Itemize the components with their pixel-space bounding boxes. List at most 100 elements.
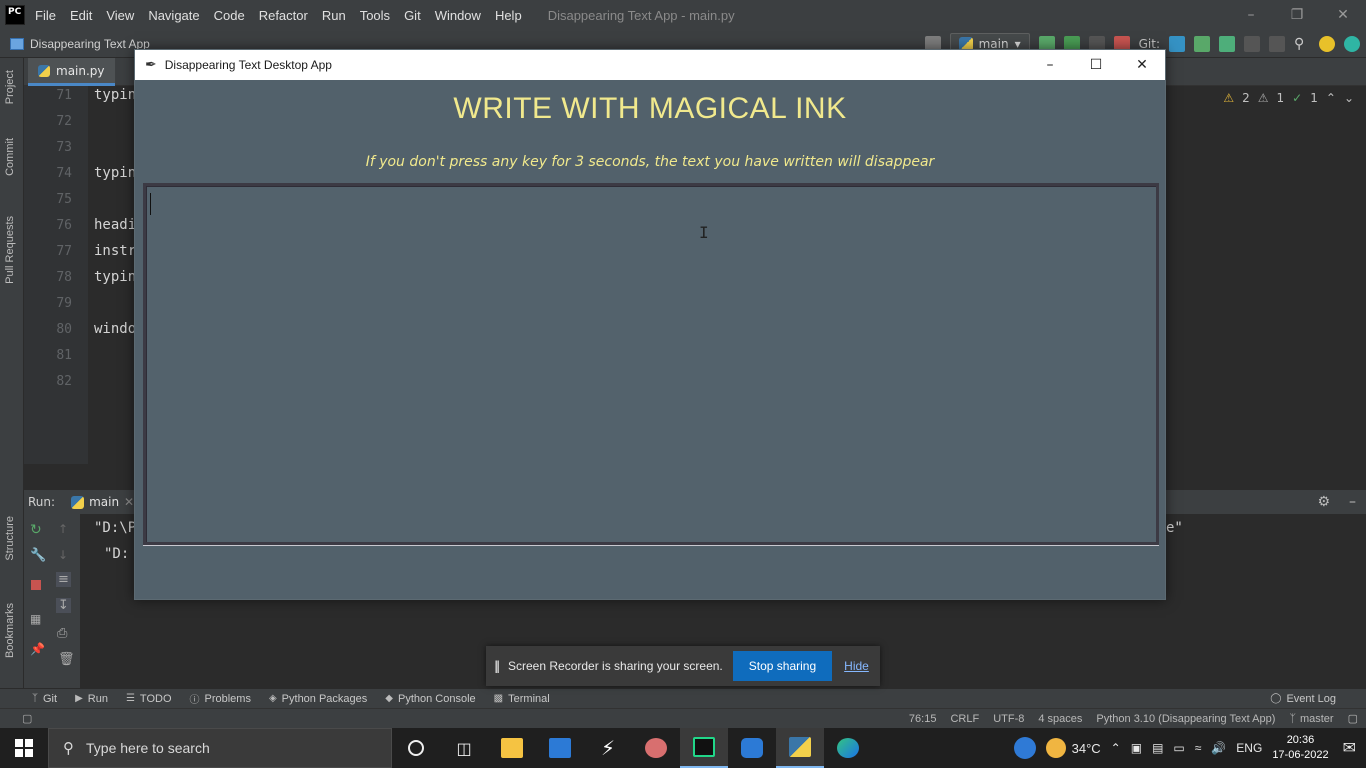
close-icon[interactable]: ✕ <box>124 495 134 509</box>
terminal-tool-button[interactable]: ▩ Terminal <box>494 693 550 705</box>
git-commit-icon[interactable] <box>1194 36 1210 52</box>
lock-icon[interactable]: ▢ <box>1348 712 1358 725</box>
menu-help[interactable]: Help <box>495 8 522 23</box>
app-title-bar[interactable]: ✒ Disappearing Text Desktop App – ☐ ✕ <box>135 50 1165 80</box>
device-icon[interactable]: ▤ <box>1152 741 1163 755</box>
minimize-icon[interactable]: – <box>1228 0 1274 30</box>
taskbar-search-input[interactable] <box>86 740 366 756</box>
line-number: 74 <box>56 166 72 181</box>
history-icon[interactable] <box>1244 36 1260 52</box>
chevron-up-icon[interactable]: ⌃ <box>1326 91 1336 105</box>
notification-icon[interactable]: ✉ <box>1343 738 1356 758</box>
task-view-button[interactable]: ◫ <box>440 728 488 768</box>
weather-temp[interactable]: 34°C <box>1072 741 1101 756</box>
python-console-tool-button[interactable]: ◆ Python Console <box>385 693 475 705</box>
inspection-widget[interactable]: ⚠ 2 ⚠ 1 ✓ 1 ⌃ ⌄ <box>1223 91 1354 105</box>
todo-tool-button[interactable]: ☰ TODO <box>126 693 172 705</box>
layout-icon[interactable]: ▦ <box>30 612 41 626</box>
structure-tool-tab[interactable]: Structure <box>4 516 16 561</box>
status-bar: ▢ 76:15 CRLF UTF-8 4 spaces Python 3.10 … <box>0 708 1366 728</box>
minimize-icon[interactable]: – <box>1027 50 1073 80</box>
print-icon[interactable]: ⎙ <box>57 626 67 641</box>
wifi-icon[interactable]: ≈ <box>1195 741 1202 755</box>
git-update-icon[interactable] <box>1169 36 1185 52</box>
stop-sharing-button[interactable]: Stop sharing <box>732 651 833 681</box>
maximize-icon[interactable]: ☐ <box>1073 50 1119 80</box>
gear-icon[interactable]: ⚙ <box>1317 494 1330 510</box>
pin-icon[interactable]: 📌 <box>30 642 45 656</box>
mail-button[interactable] <box>536 728 584 768</box>
typing-area[interactable] <box>143 183 1159 545</box>
chevron-up-icon[interactable]: ⌃ <box>1111 741 1121 755</box>
clock[interactable]: 20:36 17-06-2022 <box>1272 733 1328 763</box>
file-encoding[interactable]: UTF-8 <box>993 713 1024 725</box>
menu-window[interactable]: Window <box>435 8 481 23</box>
event-log-button[interactable]: ◯ Event Log <box>1270 693 1336 705</box>
hide-link[interactable]: Hide <box>844 659 869 673</box>
start-button[interactable] <box>0 728 48 768</box>
hide-panel-icon[interactable]: – <box>1349 494 1356 510</box>
run-tool-button[interactable]: ▶ Run <box>75 693 108 705</box>
taskbar-search[interactable]: ⚲ <box>48 728 392 768</box>
pause-icon[interactable]: ‖ <box>494 659 500 673</box>
ide-logo-icon[interactable] <box>1344 36 1360 52</box>
problems-tool-button[interactable]: ⓘ Problems <box>190 691 251 707</box>
menu-git[interactable]: Git <box>404 8 421 23</box>
wrench-icon[interactable]: 🔧 <box>30 548 46 563</box>
git-push-icon[interactable] <box>1219 36 1235 52</box>
help-icon[interactable] <box>1013 737 1036 759</box>
pycharm-taskbar-button[interactable] <box>680 728 728 768</box>
menu-refactor[interactable]: Refactor <box>259 8 308 23</box>
menu-navigate[interactable]: Navigate <box>148 8 199 23</box>
python-packages-tool-button[interactable]: ◈ Python Packages <box>269 693 367 705</box>
python-interpreter[interactable]: Python 3.10 (Disappearing Text App) <box>1096 713 1275 725</box>
caret-position[interactable]: 76:15 <box>909 713 937 725</box>
line-separator[interactable]: CRLF <box>950 713 979 725</box>
close-icon[interactable]: ✕ <box>1320 0 1366 30</box>
arrow-down-icon[interactable]: ↓ <box>58 548 68 562</box>
cortana-button[interactable] <box>392 728 440 768</box>
windows-taskbar: ⚲ ◫ ⚡ 34°C ⌃ ▣ ▤ ▭ ≈ 🔊 ENG 20:36 17-06-2… <box>0 728 1366 768</box>
project-breadcrumb[interactable]: Disappearing Text App <box>30 37 150 51</box>
commit-tool-tab[interactable]: Commit <box>4 138 16 176</box>
git-branch[interactable]: master <box>1300 713 1334 725</box>
paint-button[interactable] <box>632 728 680 768</box>
weather-icon[interactable] <box>1045 738 1066 758</box>
trash-icon[interactable]: 🗑 <box>58 652 75 667</box>
search-icon[interactable]: ⚲ <box>1294 36 1310 52</box>
python-taskbar-button[interactable] <box>776 728 824 768</box>
menu-edit[interactable]: Edit <box>70 8 92 23</box>
language-indicator[interactable]: ENG <box>1236 741 1262 755</box>
layout-toggle-icon[interactable]: ▢ <box>22 712 32 725</box>
menu-tools[interactable]: Tools <box>360 8 390 23</box>
scroll-to-end-icon[interactable]: ↧ <box>56 598 71 613</box>
rollback-icon[interactable] <box>1269 36 1285 52</box>
tab-main-py[interactable]: main.py <box>28 58 115 86</box>
chevron-down-icon[interactable]: ⌄ <box>1344 91 1354 105</box>
bookmarks-tool-tab[interactable]: Bookmarks <box>4 603 16 658</box>
app-button[interactable]: ⚡ <box>584 728 632 768</box>
menu-view[interactable]: View <box>106 8 134 23</box>
run-tab-main[interactable]: main ✕ <box>71 495 134 509</box>
menu-run[interactable]: Run <box>322 8 346 23</box>
restore-icon[interactable]: ❐ <box>1274 0 1320 30</box>
git-tool-button[interactable]: ᛉ Git <box>32 693 57 705</box>
edge-button[interactable] <box>824 728 872 768</box>
line-number: 76 <box>56 218 72 233</box>
file-explorer-button[interactable] <box>488 728 536 768</box>
rerun-icon[interactable]: ↻ <box>30 522 42 538</box>
menu-code[interactable]: Code <box>214 8 245 23</box>
camera-button[interactable] <box>728 728 776 768</box>
update-icon[interactable] <box>1319 36 1335 52</box>
stop-icon[interactable] <box>31 580 41 590</box>
battery-icon[interactable]: ▭ <box>1173 741 1184 755</box>
arrow-up-icon[interactable]: ↑ <box>58 522 68 536</box>
pull-requests-tool-tab[interactable]: Pull Requests <box>4 216 16 284</box>
close-icon[interactable]: ✕ <box>1119 50 1165 80</box>
menu-file[interactable]: File <box>35 8 56 23</box>
meet-icon[interactable]: ▣ <box>1131 741 1142 755</box>
soft-wrap-icon[interactable]: ≡ <box>56 572 71 587</box>
project-tool-tab[interactable]: Project <box>4 70 16 104</box>
indent-setting[interactable]: 4 spaces <box>1038 713 1082 725</box>
volume-icon[interactable]: 🔊 <box>1211 741 1226 755</box>
